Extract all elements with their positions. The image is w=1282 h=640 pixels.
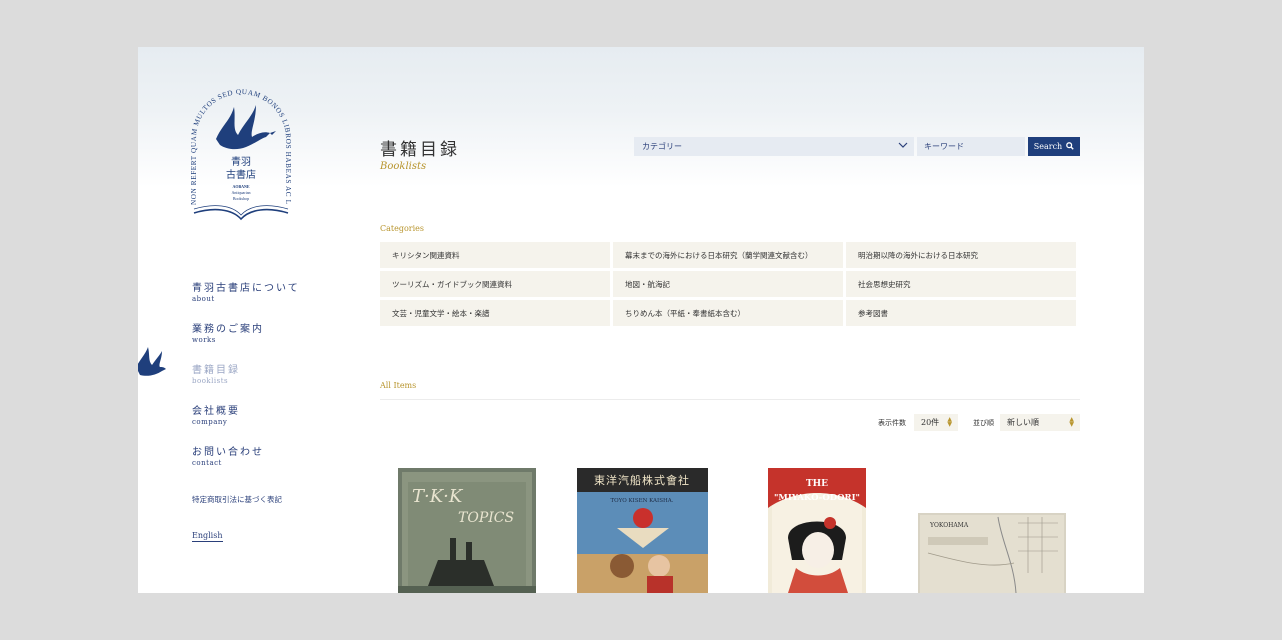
product-title-line1: T·K·K	[412, 486, 464, 507]
nav-sublabel: booklists	[192, 377, 229, 385]
page-subtitle: Booklists	[380, 161, 427, 172]
page-title: 書籍目録	[380, 140, 460, 160]
sort-label: 並び順	[973, 419, 994, 427]
nav-item-works[interactable]: 業務のご案内 works	[192, 320, 264, 344]
nav-label: 書籍目録	[192, 365, 240, 376]
nav-label: 会社概要	[192, 406, 240, 417]
sort-order-value: 新しい順	[1007, 418, 1039, 427]
product-card[interactable]: 東洋汽船株式會社 TOYO KISEN KAISHA.	[577, 468, 708, 593]
nav-sublabel: contact	[192, 459, 222, 467]
nav-sublabel: about	[192, 295, 215, 303]
search-icon	[1066, 141, 1074, 152]
nav-sublabel: works	[192, 336, 216, 344]
nav-item-booklists[interactable]: 書籍目録 booklists	[192, 361, 240, 385]
product-title-line1: THE	[806, 479, 828, 489]
logo-en-line3: Bookshop	[233, 196, 249, 201]
category-link[interactable]: 明治期以降の海外における日本研究	[846, 242, 1076, 268]
nav-item-company[interactable]: 会社概要 company	[192, 402, 240, 426]
updown-icon: ▲ ▼	[947, 416, 952, 428]
product-banner-text: 東洋汽船株式會社	[594, 473, 690, 487]
logo-name-line2: 古書店	[226, 168, 256, 181]
keyword-input[interactable]	[917, 137, 1025, 156]
category-link[interactable]: 文芸・児童文学・絵本・楽譜	[380, 300, 610, 326]
all-items-heading: All Items	[380, 381, 417, 390]
logo-en-line2: Antiquarian	[231, 190, 250, 195]
product-title-line2: TOPICS	[458, 510, 514, 526]
nav-label: 青羽古書店について	[192, 283, 300, 294]
nav-label: 業務のご案内	[192, 324, 264, 335]
product-card[interactable]: YOKOHAMA	[918, 513, 1066, 593]
category-link[interactable]: 地図・航海記	[613, 271, 843, 297]
divider	[380, 399, 1080, 400]
per-page-select[interactable]: 20件 ▲ ▼	[914, 414, 958, 431]
category-link[interactable]: ツーリズム・ガイドブック関連資料	[380, 271, 610, 297]
nav-item-about[interactable]: 青羽古書店について about	[192, 279, 300, 303]
english-link: English	[192, 531, 223, 542]
product-title: YOKOHAMA	[929, 522, 969, 529]
updown-icon: ▲ ▼	[1069, 416, 1074, 428]
logo-name-line1: 青羽	[231, 155, 251, 168]
product-image-miyako-odori: THE "MIYAKO-ODORI"	[768, 468, 866, 593]
category-link[interactable]: キリシタン関連資料	[380, 242, 610, 268]
categories-heading: Categories	[380, 224, 424, 233]
product-card[interactable]: THE "MIYAKO-ODORI"	[768, 468, 866, 593]
search-button-label: Search	[1033, 142, 1063, 151]
dove-icon	[216, 105, 276, 150]
product-card[interactable]: T·K·K TOPICS	[398, 468, 536, 593]
shop-logo[interactable]: NON REFERT QUAM MULTOS SED QUAM BONOS LI…	[183, 71, 296, 237]
per-page-label: 表示件数	[878, 419, 906, 427]
product-title-line2: "MIYAKO-ODORI"	[774, 493, 860, 503]
category-link[interactable]: 社会思想史研究	[846, 271, 1076, 297]
category-select[interactable]: カテゴリー	[634, 137, 914, 156]
product-subtitle: TOYO KISEN KAISHA.	[610, 498, 673, 504]
search-button[interactable]: Search	[1028, 137, 1080, 156]
category-link[interactable]: ちりめん本（平紙・奉書紙本含む）	[613, 300, 843, 326]
page: NON REFERT QUAM MULTOS SED QUAM BONOS LI…	[138, 47, 1144, 593]
category-select-label: カテゴリー	[642, 142, 682, 151]
category-link[interactable]: 参考図書	[846, 300, 1076, 326]
nav-item-contact[interactable]: お問い合わせ contact	[192, 443, 264, 467]
nav-item-english[interactable]: English	[192, 523, 223, 542]
sort-order-select[interactable]: 新しい順 ▲ ▼	[1000, 414, 1080, 431]
product-image-yokohama-map: YOKOHAMA	[918, 513, 1066, 593]
open-book-icon	[193, 205, 289, 221]
nav-label: お問い合わせ	[192, 447, 264, 458]
legal-notice-link: 特定商取引法に基づく表記	[192, 495, 282, 504]
product-image-tkk-topics: T·K·K TOPICS	[398, 468, 536, 593]
category-link[interactable]: 幕末までの海外における日本研究（蘭学関連文献含む）	[613, 242, 843, 268]
side-dove-icon	[138, 345, 168, 385]
logo-en-line1: AOBANE	[232, 184, 249, 189]
product-image-toyo-kisen: 東洋汽船株式會社 TOYO KISEN KAISHA.	[577, 468, 708, 593]
per-page-value: 20件	[921, 418, 940, 427]
nav-item-legal-notice[interactable]: 特定商取引法に基づく表記	[192, 487, 282, 506]
nav-sublabel: company	[192, 418, 228, 426]
chevron-down-icon	[898, 140, 908, 150]
